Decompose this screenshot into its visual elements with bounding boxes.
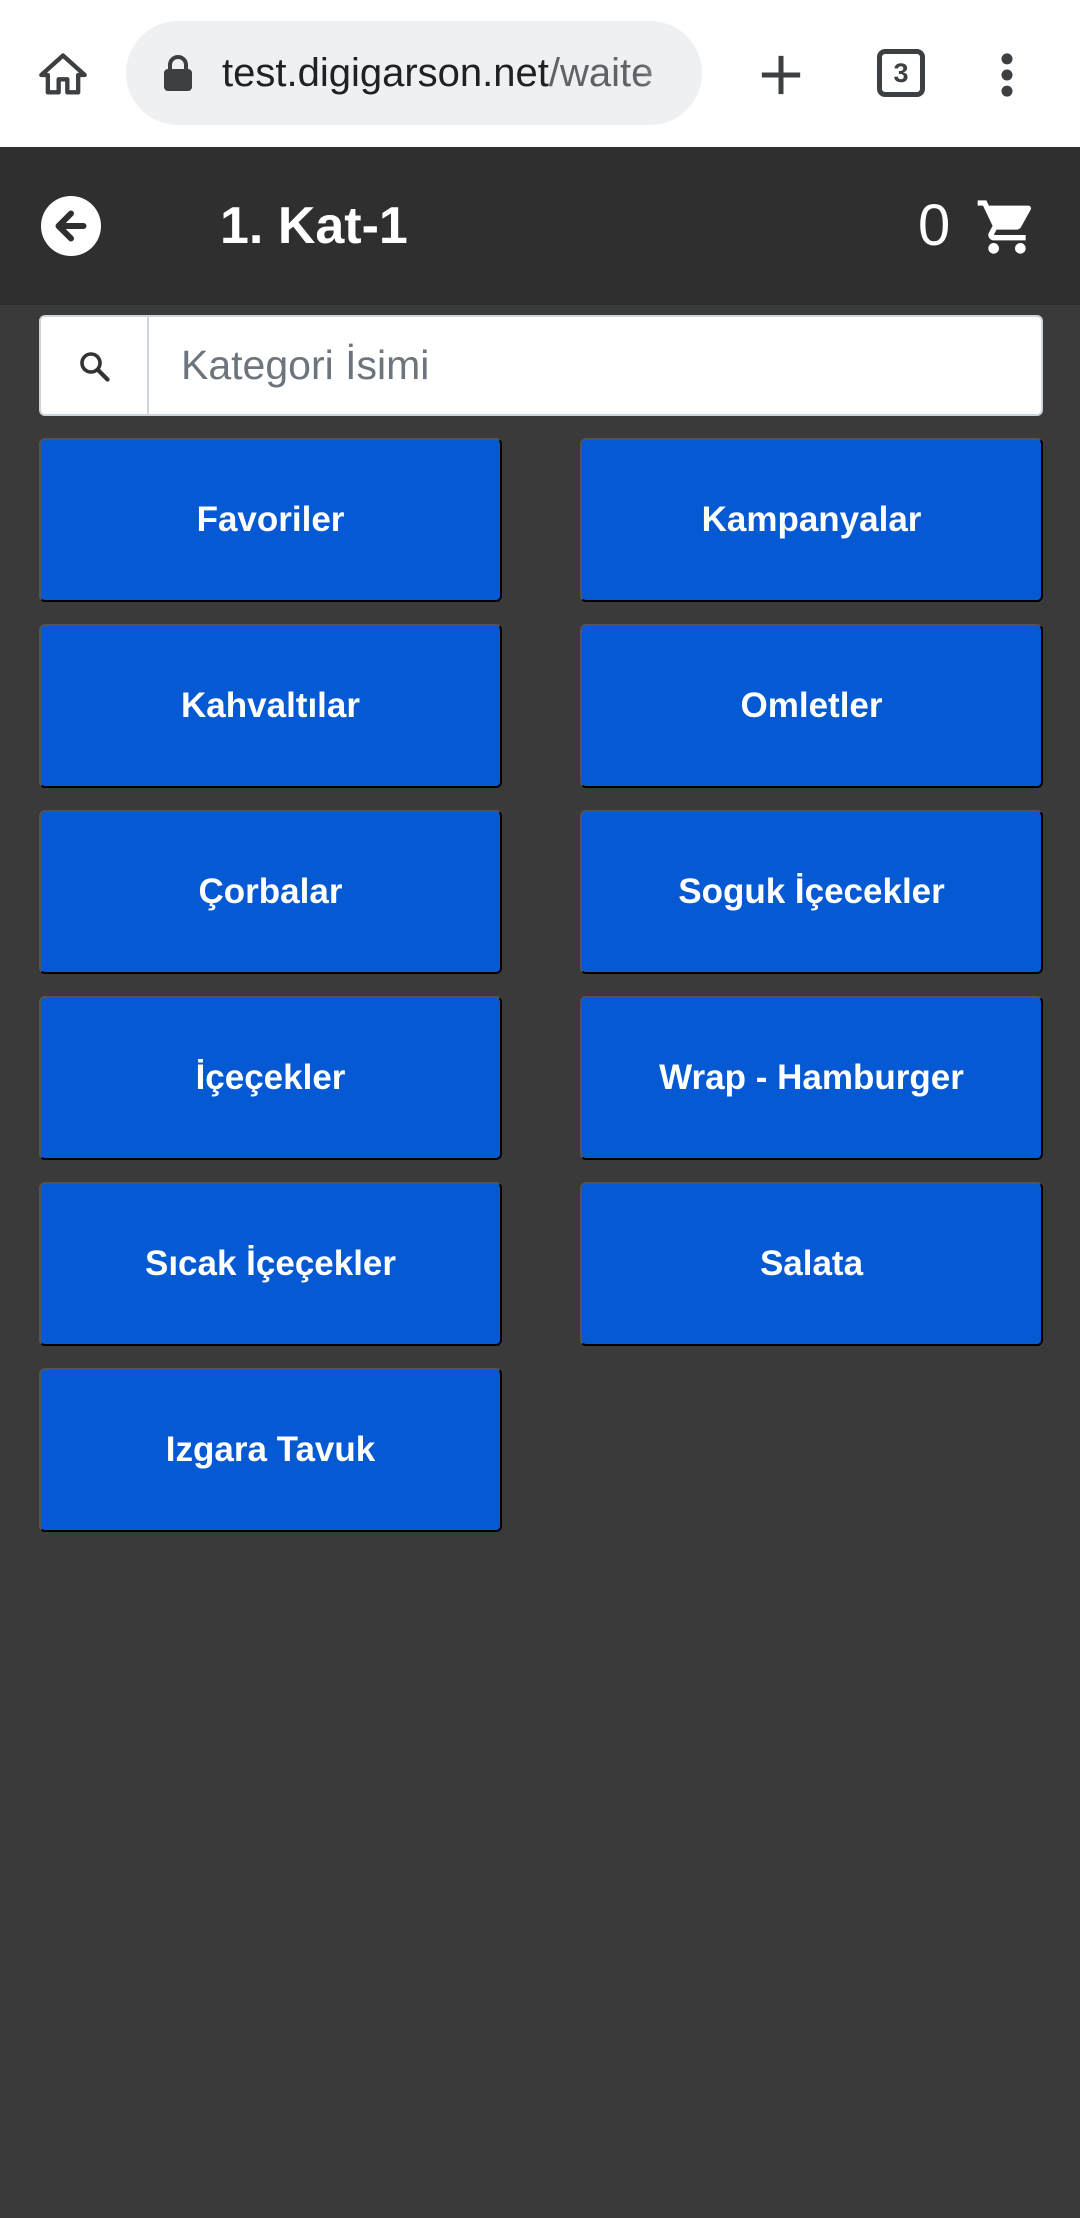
cart-count: 0	[918, 193, 951, 258]
app-header: 1. Kat-1 0	[0, 147, 1080, 305]
category-button-icecekler[interactable]: İçeçekler	[39, 996, 502, 1160]
more-vert-icon	[1001, 53, 1013, 97]
home-icon	[39, 53, 87, 95]
category-button-sicak-icecekler[interactable]: Sıcak İçeçekler	[39, 1182, 502, 1346]
category-button-omletler[interactable]: Omletler	[580, 624, 1043, 788]
cart-icon[interactable]	[975, 195, 1039, 259]
browser-menu-button[interactable]	[982, 40, 1032, 110]
category-button-izgara-tavuk[interactable]: Izgara Tavuk	[39, 1368, 502, 1532]
url-fade	[642, 21, 702, 125]
search-box	[39, 315, 1043, 416]
new-tab-button[interactable]	[746, 40, 816, 110]
browser-toolbar: test.digigarson.net/waite 3	[0, 0, 1080, 147]
back-arrow-icon[interactable]	[41, 196, 101, 256]
category-button-soguk-icecekler[interactable]: Soguk İçecekler	[580, 810, 1043, 974]
category-button-favoriler[interactable]: Favoriler	[39, 438, 502, 602]
category-button-kahvaltilar[interactable]: Kahvaltılar	[39, 624, 502, 788]
category-button-corbalar[interactable]: Çorbalar	[39, 810, 502, 974]
page-title: 1. Kat-1	[220, 197, 408, 255]
home-button[interactable]	[28, 40, 98, 110]
search-addon	[41, 317, 149, 414]
url-domain: test.digigarson.net	[222, 51, 549, 95]
category-button-kampanyalar[interactable]: Kampanyalar	[580, 438, 1043, 602]
category-grid: Favoriler Kampanyalar Kahvaltılar Omletl…	[39, 438, 1043, 1532]
tabs-button[interactable]: 3	[877, 49, 925, 97]
category-button-wrap-hamburger[interactable]: Wrap - Hamburger	[580, 996, 1043, 1160]
url-path: /waite	[548, 51, 654, 95]
tab-count: 3	[893, 57, 909, 88]
category-button-salata[interactable]: Salata	[580, 1182, 1043, 1346]
lock-icon	[164, 55, 192, 91]
search-icon	[80, 351, 110, 382]
address-bar[interactable]: test.digigarson.net/waite	[126, 21, 702, 125]
category-search-input[interactable]	[151, 317, 1041, 414]
plus-icon	[761, 55, 801, 95]
url-text: test.digigarson.net/waite	[222, 21, 653, 125]
